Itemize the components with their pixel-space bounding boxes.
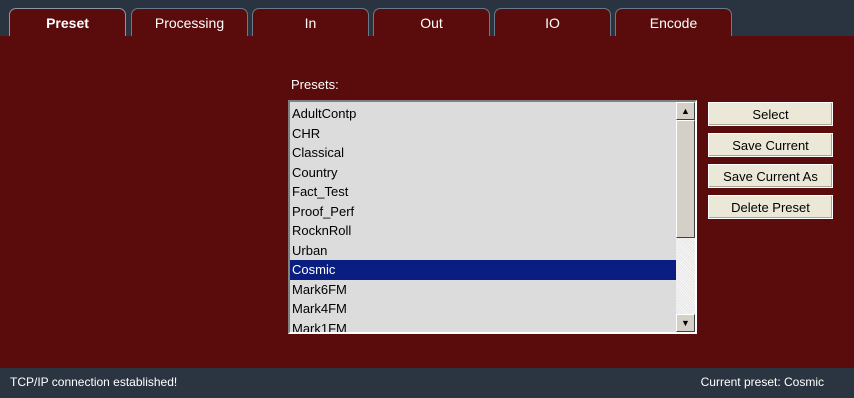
presets-listbox[interactable]: AdultContp CHR Classical Country Fact_Te… <box>288 100 697 334</box>
save-current-button[interactable]: Save Current <box>708 133 833 157</box>
tab-in[interactable]: In <box>252 8 369 36</box>
list-item[interactable]: Mark6FM <box>290 280 678 300</box>
select-button[interactable]: Select <box>708 102 833 126</box>
list-item[interactable]: Classical <box>290 143 678 163</box>
tab-io[interactable]: IO <box>494 8 611 36</box>
list-item[interactable]: Proof_Perf <box>290 202 678 222</box>
tab-bar: Preset Processing In Out IO Encode <box>0 0 854 39</box>
list-item[interactable]: RocknRoll <box>290 221 678 241</box>
scroll-up-button[interactable]: ▲ <box>676 102 695 120</box>
current-preset-status: Current preset: Cosmic <box>700 375 824 389</box>
connection-status: TCP/IP connection established! <box>10 375 178 389</box>
list-item[interactable]: Mark4FM <box>290 299 678 319</box>
list-scrollbar[interactable]: ▲ ▼ <box>676 102 695 332</box>
down-arrow-icon: ▼ <box>681 318 690 328</box>
tab-preset[interactable]: Preset <box>9 8 126 36</box>
list-item[interactable]: Country <box>290 163 678 183</box>
list-item[interactable]: AdultContp <box>290 104 678 124</box>
presets-label: Presets: <box>291 77 339 92</box>
status-bar: TCP/IP connection established! Current p… <box>0 368 854 398</box>
scroll-thumb[interactable] <box>676 120 695 238</box>
list-item[interactable]: Urban <box>290 241 678 261</box>
up-arrow-icon: ▲ <box>681 106 690 116</box>
list-item[interactable]: CHR <box>290 124 678 144</box>
tab-processing[interactable]: Processing <box>131 8 248 36</box>
tab-out[interactable]: Out <box>373 8 490 36</box>
tab-encode[interactable]: Encode <box>615 8 732 36</box>
delete-preset-button[interactable]: Delete Preset <box>708 195 833 219</box>
list-item[interactable]: Mark1FM <box>290 319 678 333</box>
list-item[interactable]: Fact_Test <box>290 182 678 202</box>
scroll-down-button[interactable]: ▼ <box>676 314 695 332</box>
save-current-as-button[interactable]: Save Current As <box>708 164 833 188</box>
list-item-selected[interactable]: Cosmic <box>290 260 678 280</box>
presets-list: AdultContp CHR Classical Country Fact_Te… <box>290 104 678 333</box>
